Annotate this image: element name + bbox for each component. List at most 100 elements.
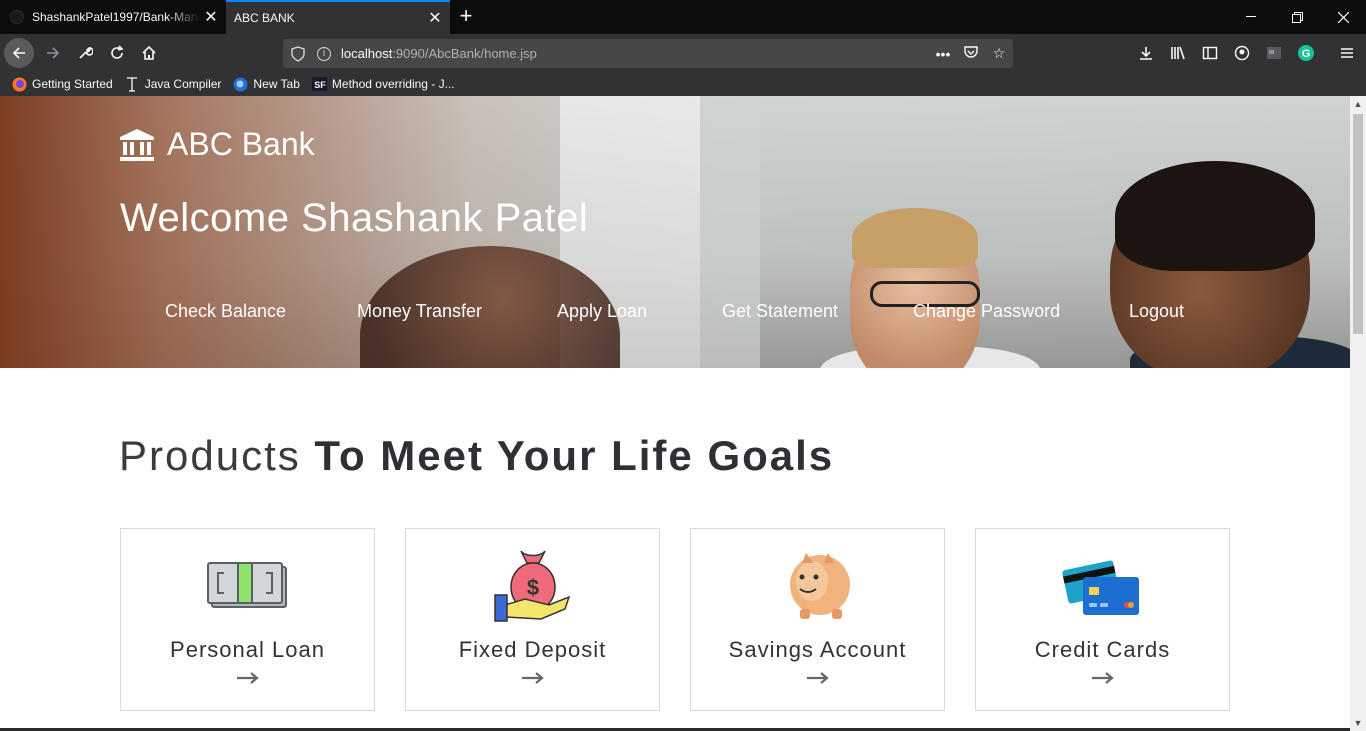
product-label: Personal Loan [170,637,325,662]
bookmark-getting-started[interactable]: Getting Started [12,77,113,92]
library-button[interactable] [1163,38,1193,68]
page-actions-icon[interactable]: ••• [929,46,957,62]
close-icon [1337,11,1349,23]
nav-logout[interactable]: Logout [1129,301,1184,322]
new-tab-button[interactable]: + [452,4,480,30]
sidebar-icon [1202,46,1218,60]
product-label: Fixed Deposit [458,637,607,662]
product-card-personal-loan[interactable]: Personal Loan [120,528,375,711]
bookmark-label: New Tab [253,77,300,91]
products-heading-light: Products [119,432,301,479]
product-label: Credit Cards [1034,637,1171,662]
scrollbar-thumb[interactable] [1353,114,1363,334]
page-viewport: ABC Bank Welcome Shashank Patel Check Ba… [0,96,1350,731]
github-icon [10,10,24,24]
restore-icon [1291,11,1303,23]
bookmark-label: Getting Started [32,77,113,91]
brand-logo[interactable]: ABC Bank [119,126,315,163]
navigation-toolbar: i localhost:9090/AbcBank/home.jsp ••• ☆ … [0,34,1366,72]
product-card-fixed-deposit[interactable]: $ Fixed Deposit [405,528,660,711]
library-icon [1171,46,1185,60]
nav-check-balance[interactable]: Check Balance [165,301,286,322]
extension-button[interactable] [1259,38,1289,68]
back-button[interactable] [4,38,34,68]
tab-bar: ShashankPatel1997/Bank-Mana ✕ ABC BANK ✕… [0,0,1366,34]
download-icon [1140,47,1152,60]
nav-apply-loan[interactable]: Apply Loan [557,301,647,322]
hero-photo-person [852,208,978,268]
arrow-left-icon [12,47,25,59]
tab-title: ShashankPatel1997/Bank-Mana [32,10,200,24]
tab-github[interactable]: ShashankPatel1997/Bank-Mana ✕ [0,0,226,34]
arrow-right-icon[interactable] [806,671,830,685]
close-tab-icon[interactable]: ✕ [200,7,222,27]
menu-button[interactable] [1332,38,1362,68]
wrench-icon [79,46,93,59]
firefox-icon [233,77,248,92]
welcome-heading: Welcome Shashank Patel [120,196,589,240]
svg-text:SF: SF [314,80,326,90]
svg-text:G: G [1302,48,1311,60]
firefox-icon [12,77,27,92]
tab-abc-bank[interactable]: ABC BANK ✕ [226,0,450,34]
arrow-right-icon[interactable] [521,671,545,685]
brand-name: ABC Bank [167,126,315,162]
pocket-icon[interactable] [957,44,985,63]
info-icon[interactable]: i [317,46,331,61]
grammarly-icon: G [1298,45,1314,61]
money-bag-icon: $ [493,550,570,622]
scroll-down-icon[interactable]: ▼ [1350,715,1366,731]
arrow-right-icon [47,47,60,59]
svg-text:$: $ [526,575,538,600]
product-card-savings-account[interactable]: Savings Account [690,528,945,711]
tab-title: ABC BANK [234,11,295,25]
minimize-button[interactable] [1228,0,1274,34]
scroll-up-icon[interactable]: ▲ [1350,96,1366,112]
bookmark-java-compiler[interactable]: Java Compiler [125,76,222,92]
home-button[interactable] [134,38,164,68]
developer-tools-button[interactable] [70,38,100,68]
bank-icon [120,128,154,161]
url-text[interactable]: localhost:9090/AbcBank/home.jsp [341,46,929,61]
grammarly-button[interactable]: G [1291,38,1321,68]
restore-button[interactable] [1274,0,1320,34]
shield-icon[interactable] [291,45,305,62]
products-heading-bold: To Meet Your Life Goals [314,432,835,479]
nav-change-password[interactable]: Change Password [913,301,1060,322]
sf-icon: SF [311,77,327,92]
piggy-bank-icon [789,553,850,619]
bookmark-method-overriding[interactable]: SF Method overriding - J... [311,77,455,92]
hamburger-icon [1341,48,1353,58]
nav-get-statement[interactable]: Get Statement [722,301,838,322]
hero-background [700,96,760,368]
bookmarks-toolbar: Getting Started Java Compiler New Tab SF… [0,72,1366,96]
address-bar[interactable]: i localhost:9090/AbcBank/home.jsp ••• ☆ [283,39,1013,68]
cash-icon [206,562,287,608]
bookmark-star-icon[interactable]: ☆ [985,45,1013,62]
hero-photo-person [1115,161,1315,271]
bookmark-label: Java Compiler [144,77,222,91]
bookmark-label: Method overriding - J... [331,77,455,91]
sidebar-button[interactable] [1195,38,1225,68]
arrow-right-icon[interactable] [1091,671,1115,685]
account-button[interactable] [1227,38,1257,68]
extension-icon [1267,47,1281,59]
forward-button[interactable] [38,38,68,68]
credit-cards-icon [1061,560,1139,615]
nav-money-transfer[interactable]: Money Transfer [357,301,482,322]
arrow-right-icon[interactable] [236,671,260,685]
product-label: Savings Account [728,637,907,662]
downloads-button[interactable] [1131,38,1161,68]
product-card-credit-cards[interactable]: Credit Cards [975,528,1230,711]
vertical-scrollbar[interactable]: ▲ ▼ [1350,96,1366,731]
close-tab-icon[interactable]: ✕ [424,8,446,28]
close-window-button[interactable] [1320,0,1366,34]
reload-button[interactable] [102,38,132,68]
reload-icon [111,45,124,59]
text-cursor-icon [125,76,140,92]
hero-banner: ABC Bank Welcome Shashank Patel Check Ba… [0,96,1350,368]
products-heading: Products To Meet Your Life Goals [119,432,834,480]
bookmark-new-tab[interactable]: New Tab [233,77,300,92]
account-icon [1234,45,1250,61]
home-icon [142,45,156,60]
